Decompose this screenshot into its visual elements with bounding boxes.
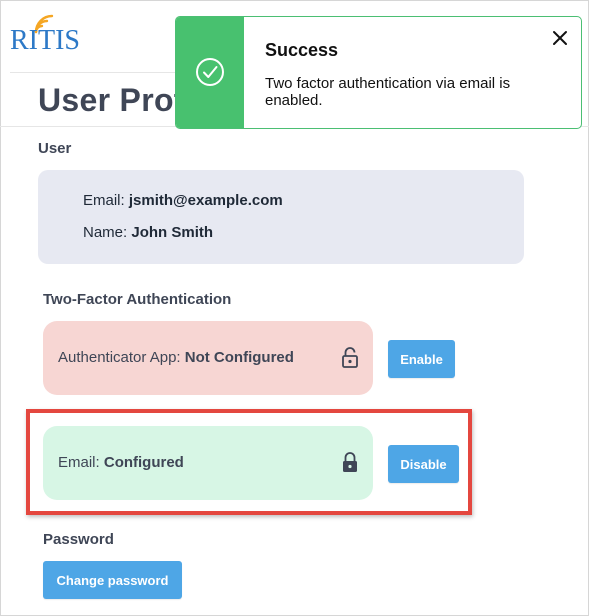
user-info-card: Email: jsmith@example.com Name: John Smi… [38, 170, 524, 264]
ritis-logo[interactable]: RITIS [10, 14, 100, 58]
unlocked-padlock-icon [342, 347, 358, 368]
locked-padlock-icon [343, 452, 357, 472]
change-password-button[interactable]: Change password [43, 561, 182, 599]
email-value: jsmith@example.com [128, 192, 283, 209]
name-value: John Smith [131, 224, 214, 241]
success-toast: Success Two factor authentication via em… [175, 16, 582, 129]
toast-title: Success [265, 40, 339, 60]
logo-text: RITIS [10, 25, 80, 56]
authenticator-app-status: Authenticator App: Not Configured [58, 349, 294, 367]
page-title: User Prof [38, 82, 185, 118]
email-factor-label: Email: [58, 454, 100, 471]
check-circle-icon [196, 58, 224, 86]
disable-email-factor-button[interactable]: Disable [388, 445, 459, 483]
email-factor-status: Email: Configured [58, 454, 184, 472]
email-label: Email: [83, 192, 125, 209]
close-icon[interactable] [552, 30, 568, 46]
toast-message: Two factor authentication via email is e… [265, 75, 511, 109]
authenticator-app-card: Authenticator App: Not Configured [43, 321, 373, 395]
two-factor-section-label: Two-Factor Authentication [43, 291, 232, 308]
password-section-label: Password [43, 531, 114, 548]
user-section-label: User [38, 140, 72, 157]
authenticator-app-label: Authenticator App: [58, 349, 181, 366]
authenticator-app-status-value: Not Configured [184, 349, 294, 366]
email-factor-card: Email: Configured [43, 426, 373, 500]
email-factor-status-value: Configured [103, 454, 184, 471]
name-label: Name: [83, 224, 128, 241]
toast-accent-strip [176, 17, 244, 128]
user-name-line: Name: John Smith [83, 224, 213, 242]
user-email-line: Email: jsmith@example.com [83, 192, 283, 210]
enable-authenticator-button[interactable]: Enable [388, 340, 455, 378]
header-divider [10, 72, 175, 73]
